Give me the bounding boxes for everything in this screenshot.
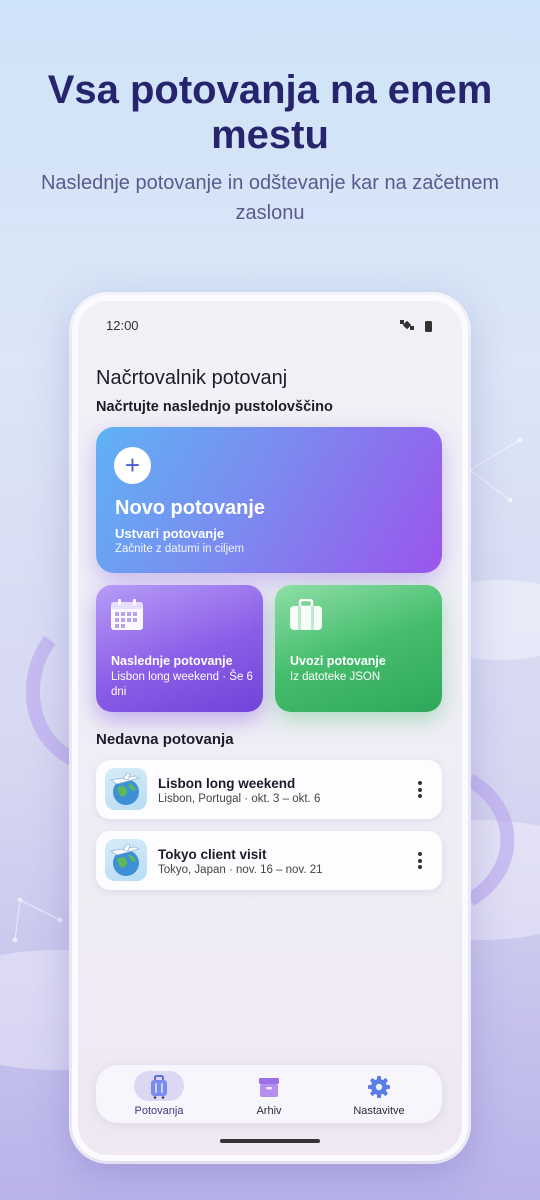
import-trip-card[interactable]: Uvozi potovanje Iz datoteke JSON	[275, 585, 442, 712]
import-trip-detail: Iz datoteke JSON	[290, 671, 381, 683]
luggage-icon	[151, 1075, 167, 1099]
home-indicator[interactable]	[220, 1139, 320, 1143]
calendar-icon	[111, 599, 143, 630]
globe-plane-icon	[105, 839, 147, 881]
trip-list-item[interactable]: Tokyo client visit Tokyo, Japan · nov. 1…	[96, 831, 442, 890]
more-options-icon[interactable]	[418, 852, 422, 869]
new-trip-title: Novo potovanje	[115, 497, 266, 519]
trip-meta: Lisbon, Portugal · okt. 3 – okt. 6	[158, 793, 321, 805]
trip-meta: Tokyo, Japan · nov. 16 – nov. 21	[158, 864, 323, 876]
next-trip-detail: Lisbon long weekend · Še 6 dni	[111, 671, 253, 698]
nav-label: Potovanja	[134, 1105, 184, 1117]
nav-label: Nastavitve	[353, 1105, 405, 1117]
gear-icon	[368, 1076, 390, 1098]
next-trip-card[interactable]: Naslednje potovanje Lisbon long weekend …	[96, 585, 263, 712]
promo-headline: Vsa potovanja na enem mestu	[47, 68, 493, 157]
app-screen: 12:00 Načrtovalnik potovanj Načrtujte na…	[78, 301, 462, 1155]
phone-frame: 12:00 Načrtovalnik potovanj Načrtujte na…	[72, 295, 468, 1161]
new-trip-hint: Začnite z datumi in ciljem	[115, 543, 245, 555]
status-time: 12:00	[106, 318, 139, 333]
trip-name: Lisbon long weekend	[158, 776, 296, 791]
plus-icon[interactable]: +	[114, 447, 151, 484]
more-options-icon[interactable]	[418, 781, 422, 798]
trip-list-item[interactable]: Lisbon long weekend Lisbon, Portugal · o…	[96, 760, 442, 819]
battery-icon	[425, 321, 432, 332]
trip-name: Tokyo client visit	[158, 847, 267, 862]
bottom-navigation: Potovanja Arhiv Nastavitve	[96, 1065, 442, 1123]
app-subtitle: Načrtujte naslednjo pustolovščino	[96, 399, 333, 415]
nav-item-archive[interactable]: Arhiv	[224, 1071, 314, 1119]
import-trip-title: Uvozi potovanje	[290, 654, 386, 668]
new-trip-action: Ustvari potovanje	[115, 526, 225, 541]
nav-label: Arhiv	[256, 1105, 282, 1117]
globe-plane-icon	[105, 768, 147, 810]
next-trip-title: Naslednje potovanje	[111, 654, 233, 668]
nav-item-trips[interactable]: Potovanja	[114, 1071, 204, 1119]
promo-subline: Naslednje potovanje in odštevanje kar na…	[40, 172, 500, 224]
status-bar: 12:00	[106, 318, 434, 338]
suitcase-icon	[290, 599, 322, 630]
satellite-icon	[400, 319, 414, 334]
nav-item-settings[interactable]: Nastavitve	[334, 1071, 424, 1119]
archive-box-icon	[259, 1078, 279, 1097]
recent-trips-heading: Nedavna potovanja	[96, 731, 234, 748]
new-trip-card[interactable]: + Novo potovanje Ustvari potovanje Začni…	[96, 427, 442, 573]
app-title: Načrtovalnik potovanj	[96, 367, 288, 389]
